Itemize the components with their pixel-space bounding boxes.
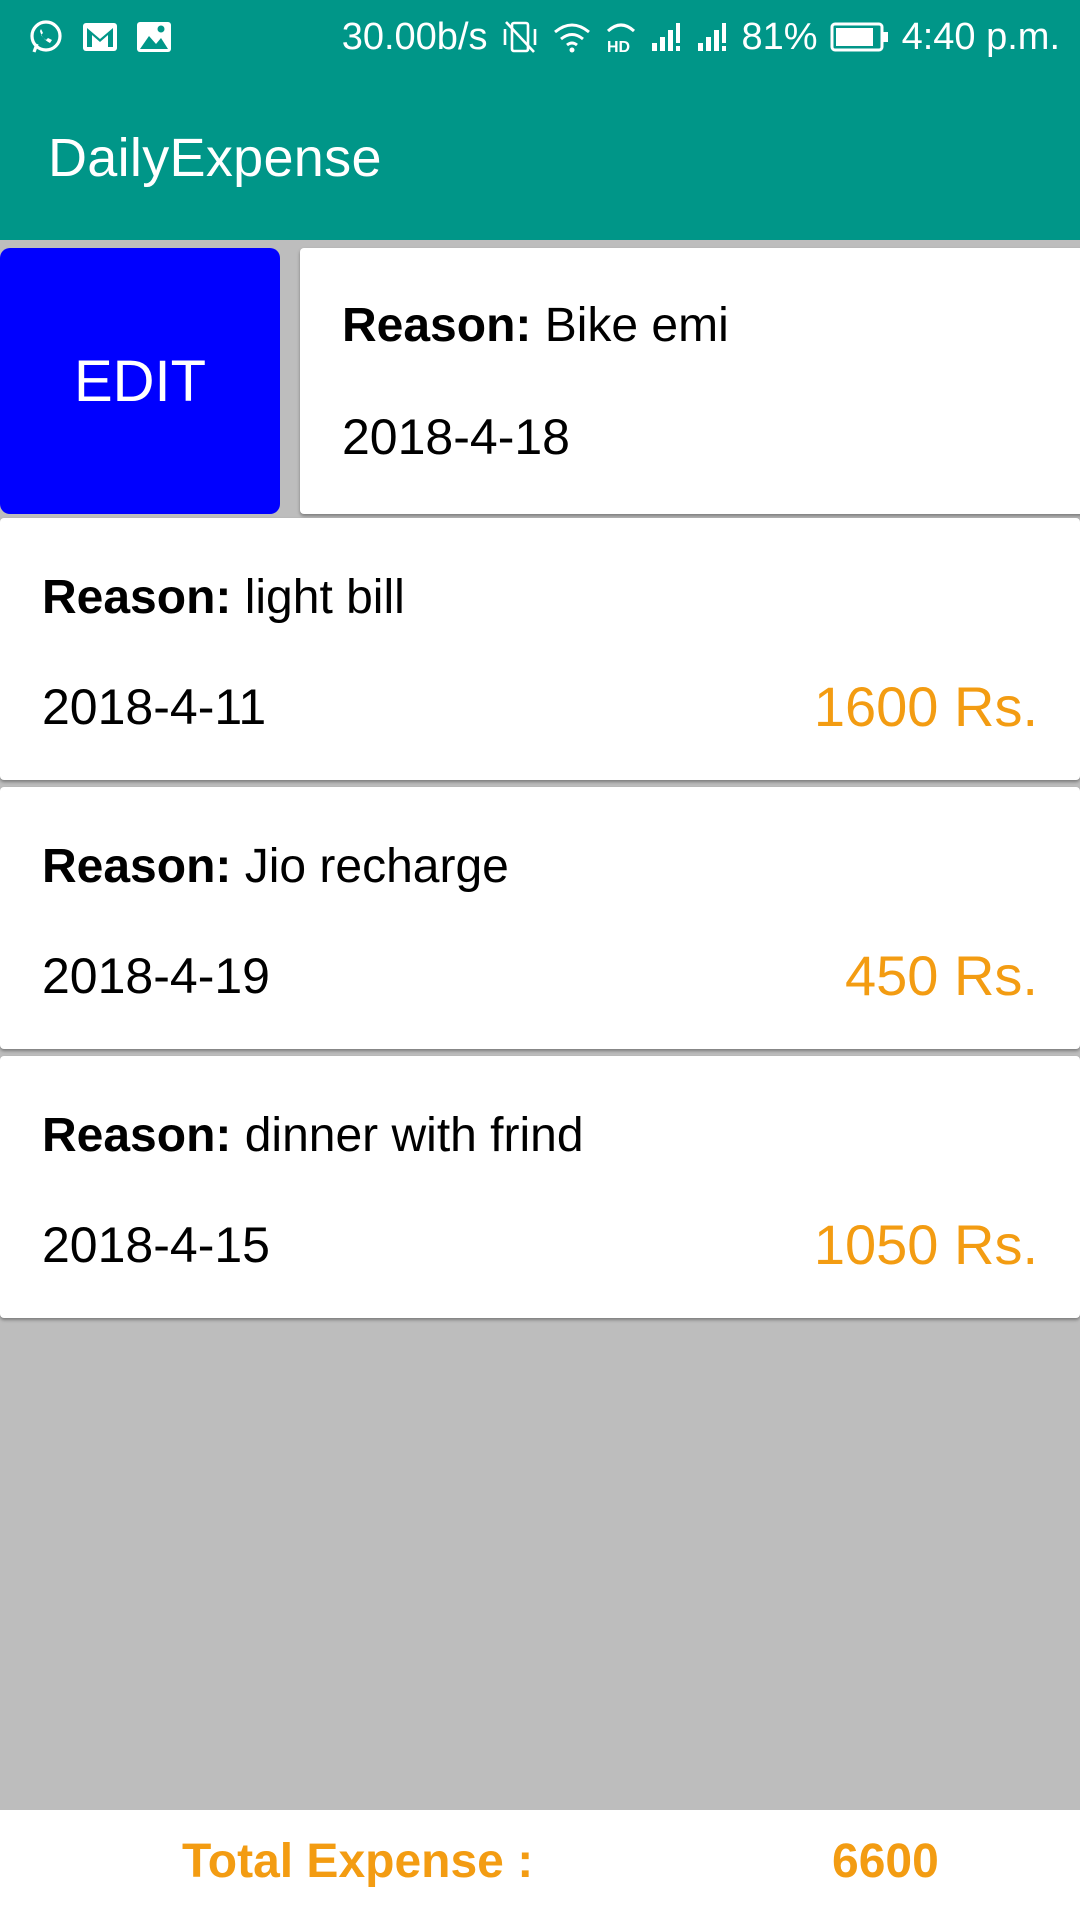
clock: 4:40 p.m. [901,15,1060,58]
app-bar: DailyExpense [0,74,1080,240]
reason-value: Jio recharge [244,840,509,893]
total-expense-value: 6600 [832,1835,939,1888]
signal-sim2-icon [696,21,730,53]
battery-percent: 81% [741,15,818,58]
expense-amount: 1050 Rs. [813,1213,1038,1276]
network-speed: 30.00b/s [341,15,488,58]
expense-card[interactable]: Reason: light bill 2018-4-11 1600 Rs. [0,518,1080,780]
expense-date: 2018-4-19 [42,948,270,1004]
expense-amount: 1600 Rs. [813,675,1038,738]
total-footer: Total Expense : 6600 [0,1810,1080,1920]
edit-button[interactable]: EDIT [0,248,280,514]
status-bar: 30.00b/s HD 81% 4:40 p.m. [0,0,1080,74]
reason-value: dinner with frind [244,1109,584,1162]
reason-label: Reason: [42,1109,232,1162]
gmail-icon [82,22,118,52]
reason-value: light bill [244,571,405,624]
wifi-icon [552,21,592,53]
expense-card[interactable]: Reason: Jio recharge 2018-4-19 450 Rs. [0,787,1080,1049]
battery-icon [830,21,890,53]
expense-card[interactable]: Reason: dinner with frind 2018-4-15 1050… [0,1056,1080,1318]
reason-label: Reason: [342,299,532,352]
hd-call-icon: HD [604,19,638,55]
expense-card[interactable]: Reason: Bike emi 2018-4-18 [300,248,1080,514]
gallery-icon [136,21,172,53]
whatsapp-icon [28,19,64,55]
reason-line: Reason: Bike emi [342,298,729,353]
reason-line: Reason: dinner with frind [42,1108,584,1163]
reason-value: Bike emi [544,299,729,352]
expense-date: 2018-4-15 [42,1217,270,1273]
total-expense-label: Total Expense : [182,1835,534,1888]
expense-date: 2018-4-11 [42,679,267,735]
reason-label: Reason: [42,571,232,624]
expense-amount: 450 Rs. [845,944,1038,1007]
app-title: DailyExpense [48,128,382,188]
reason-line: Reason: Jio recharge [42,839,509,894]
signal-sim1-icon [650,21,684,53]
expense-date: 2018-4-18 [342,409,570,465]
reason-line: Reason: light bill [42,570,405,625]
svg-text:HD: HD [607,39,630,55]
reason-label: Reason: [42,840,232,893]
vibrate-off-icon [500,19,540,55]
